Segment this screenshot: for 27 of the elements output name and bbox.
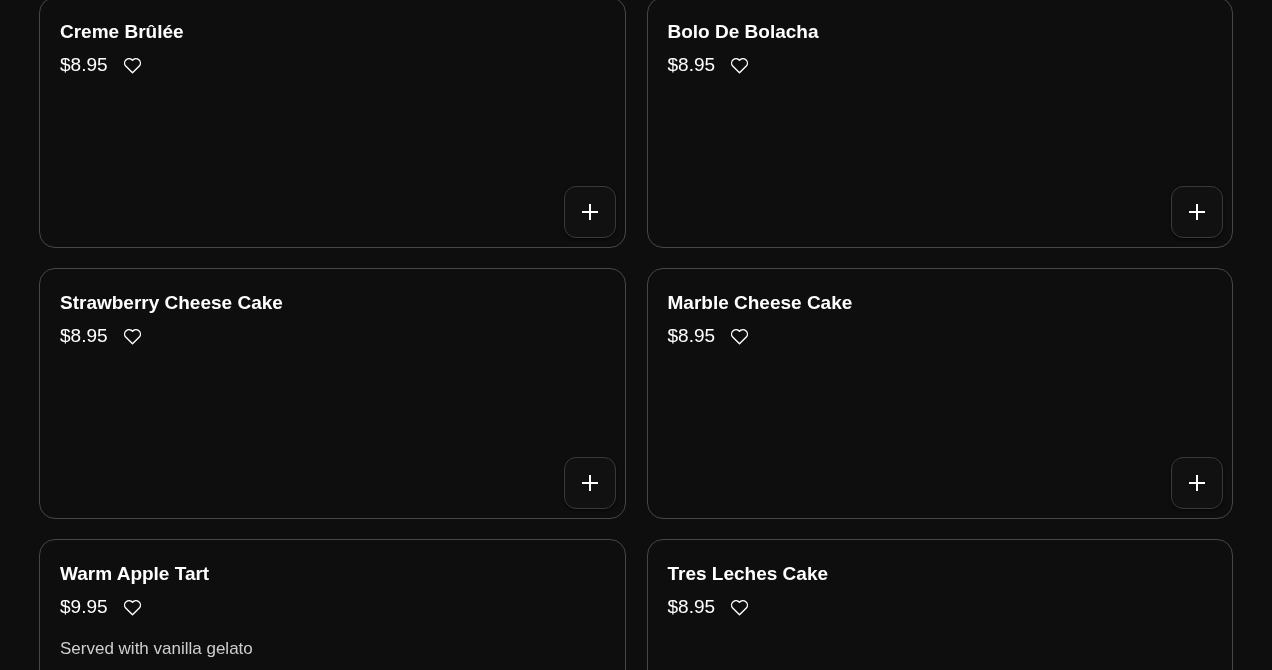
item-price: $8.95 [60, 53, 108, 77]
plus-icon [580, 474, 599, 492]
item-description: Served with vanilla gelato [60, 638, 253, 660]
add-button[interactable] [563, 457, 616, 509]
plus-icon [580, 203, 599, 221]
plus-icon [1188, 203, 1206, 221]
item-name: Marble Cheese Cake [667, 291, 853, 315]
item-name: Strawberry Cheese Cake [60, 291, 283, 315]
add-button[interactable] [563, 186, 616, 238]
add-button[interactable] [1171, 457, 1223, 509]
favorite-heart-icon[interactable] [730, 327, 750, 345]
favorite-heart-icon[interactable] [730, 56, 750, 74]
item-name: Bolo De Bolacha [667, 20, 819, 44]
item-price: $8.95 [667, 53, 716, 77]
item-name: Tres Leches Cake [667, 562, 829, 586]
add-button[interactable] [1171, 186, 1223, 238]
favorite-heart-icon[interactable] [122, 327, 142, 345]
item-price: $8.95 [667, 595, 716, 619]
item-name: Creme Brûlée [60, 20, 184, 44]
item-price: $8.95 [60, 324, 108, 348]
item-price: $9.95 [60, 595, 108, 619]
item-name: Warm Apple Tart [60, 562, 210, 586]
item-price: $8.95 [667, 324, 716, 348]
favorite-heart-icon[interactable] [122, 598, 142, 616]
favorite-heart-icon[interactable] [730, 598, 750, 616]
favorite-heart-icon[interactable] [122, 56, 142, 74]
plus-icon [1188, 474, 1206, 492]
